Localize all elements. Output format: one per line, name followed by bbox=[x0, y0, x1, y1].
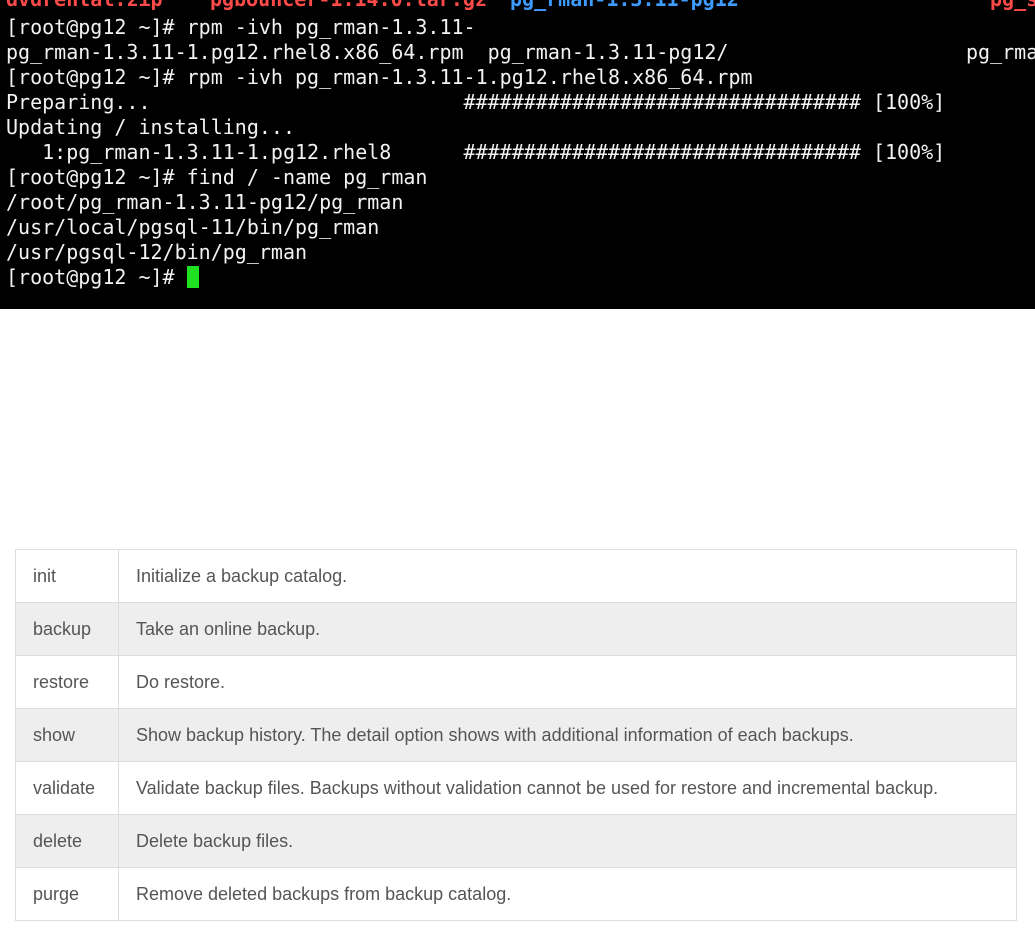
terminal-prompt: [root@pg12 ~]# bbox=[6, 265, 187, 289]
table-row: backup Take an online backup. bbox=[15, 602, 1017, 656]
ls-item-archive: pgbouncer-1.14.0.tar.gz bbox=[210, 0, 487, 12]
terminal-line: /root/pg_rman-1.3.11-pg12/pg_rman bbox=[6, 190, 404, 214]
terminal-line: Updating / installing... bbox=[6, 115, 295, 139]
command-name: delete bbox=[15, 814, 119, 868]
terminal-line: /usr/local/pgsql-11/bin/pg_rman bbox=[6, 215, 380, 239]
command-description: Initialize a backup catalog. bbox=[118, 549, 1017, 603]
table-row: restore Do restore. bbox=[15, 655, 1017, 709]
terminal-line: 1:pg_rman-1.3.11-1.pg12.rhel8 ##########… bbox=[6, 140, 946, 164]
terminal-line: [root@pg12 ~]# rpm -ivh pg_rman-1.3.11-1… bbox=[6, 65, 753, 89]
terminal-window[interactable]: dvdrental.zip pgbouncer-1.14.0.tar.gz pg… bbox=[0, 0, 1035, 309]
command-name: restore bbox=[15, 655, 119, 709]
table-row: purge Remove deleted backups from backup… bbox=[15, 867, 1017, 921]
command-description: Show backup history. The detail option s… bbox=[118, 708, 1017, 762]
command-name: backup bbox=[15, 602, 119, 656]
terminal-line: Preparing... ###########################… bbox=[6, 90, 946, 114]
ls-output-line: dvdrental.zip pgbouncer-1.14.0.tar.gz pg… bbox=[6, 0, 1035, 12]
terminal-line: /usr/pgsql-12/bin/pg_rman bbox=[6, 240, 308, 264]
table-row: validate Validate backup files. Backups … bbox=[15, 761, 1017, 815]
command-description: Do restore. bbox=[118, 655, 1017, 709]
ls-item-directory: pg_rman-1.3.11-pg12 bbox=[510, 0, 739, 12]
ls-item-archive: pg_s bbox=[990, 0, 1035, 12]
terminal-cursor bbox=[186, 266, 199, 288]
command-description: Validate backup files. Backups without v… bbox=[118, 761, 1017, 815]
terminal-line: [root@pg12 ~]# rpm -ivh pg_rman-1.3.11- bbox=[6, 15, 476, 39]
table-row: show Show backup history. The detail opt… bbox=[15, 708, 1017, 762]
terminal-line: pg_rman-1.3.11-1.pg12.rhel8.x86_64.rpm p… bbox=[6, 40, 729, 64]
command-name: init bbox=[15, 549, 119, 603]
command-name: show bbox=[15, 708, 119, 762]
command-name: validate bbox=[15, 761, 119, 815]
table-row: init Initialize a backup catalog. bbox=[15, 549, 1017, 603]
terminal-line: [root@pg12 ~]# find / -name pg_rman bbox=[6, 165, 428, 189]
command-description: Take an online backup. bbox=[118, 602, 1017, 656]
ls-item-archive: dvdrental.zip bbox=[6, 0, 163, 12]
command-name: purge bbox=[15, 867, 119, 921]
command-description: Remove deleted backups from backup catal… bbox=[118, 867, 1017, 921]
command-description: Delete backup files. bbox=[118, 814, 1017, 868]
commands-table: init Initialize a backup catalog. backup… bbox=[15, 549, 1017, 921]
terminal-prompt-line[interactable]: [root@pg12 ~]# bbox=[6, 265, 199, 290]
terminal-completion-overflow: pg_rma bbox=[966, 40, 1035, 64]
page: dvdrental.zip pgbouncer-1.14.0.tar.gz pg… bbox=[0, 0, 1035, 947]
table-row: delete Delete backup files. bbox=[15, 814, 1017, 868]
